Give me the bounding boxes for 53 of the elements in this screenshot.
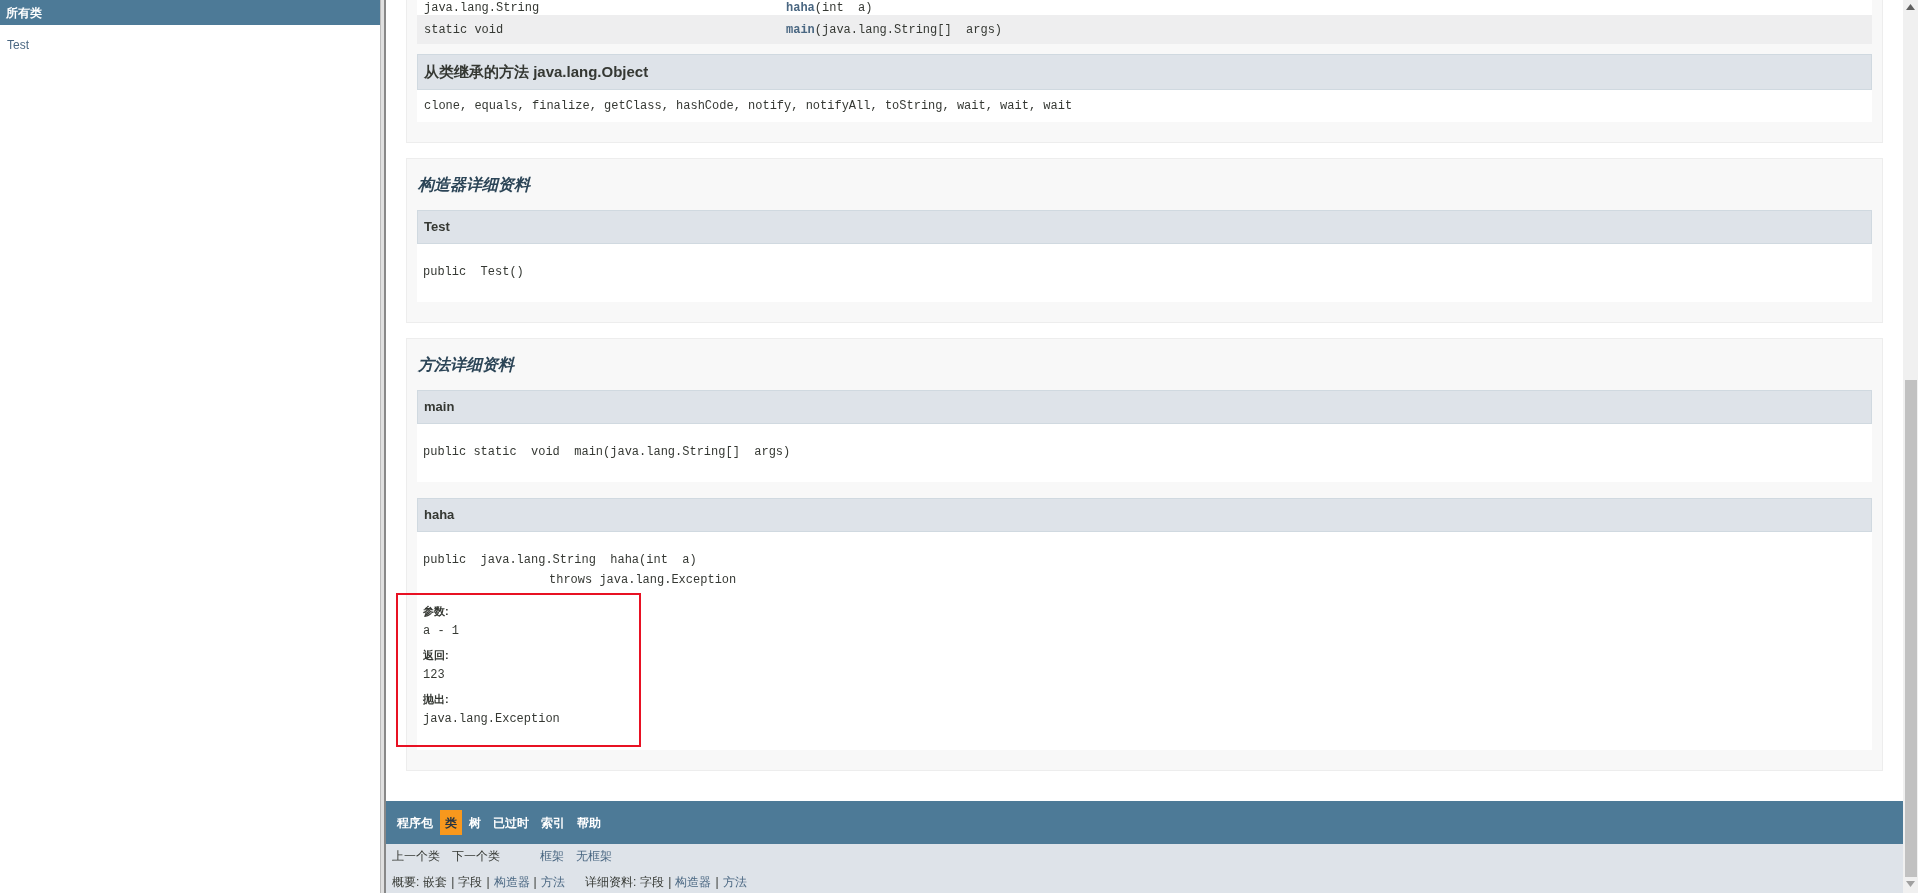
nav-tab[interactable]: 帮助	[572, 810, 606, 835]
tag-label: 抛出:	[423, 692, 450, 707]
nav-link[interactable]: 构造器	[493, 872, 530, 891]
scrollbar-thumb[interactable]	[1904, 380, 1917, 877]
separator-text: |	[715, 873, 719, 891]
tag-label: 参数:	[423, 604, 450, 619]
separator-text: |	[486, 873, 490, 891]
nav-text: 详细资料:	[585, 873, 637, 891]
tag-value: a - 1	[423, 623, 460, 640]
nav-text: 字段	[458, 873, 483, 891]
scroll-up-icon[interactable]	[1906, 4, 1915, 10]
member-header: main	[417, 390, 1872, 424]
separator-text: |	[533, 873, 537, 891]
class-link[interactable]: Test	[7, 37, 373, 53]
scrollbar[interactable]	[1903, 0, 1918, 893]
nav-tab[interactable]: 类	[440, 810, 462, 835]
return-type-cell-text: static void	[423, 22, 505, 37]
nav-text: 嵌套	[423, 873, 448, 891]
method-signature: public Test()	[423, 264, 525, 281]
section-title: 方法详细资料	[417, 354, 516, 375]
separator-text: |	[451, 873, 455, 891]
member-header: haha	[417, 498, 1872, 532]
tag-value: 123	[423, 667, 446, 684]
nav-link[interactable]: 构造器	[675, 872, 712, 891]
nav-tab[interactable]: 已过时	[488, 810, 534, 835]
member-header: Test	[417, 210, 1872, 244]
inherited-header: 从类继承的方法 java.lang.Object	[417, 54, 1872, 90]
inherited-methods: clone, equals, finalize, getClass, hashCode, notify, notifyAll, toString, wait, wait, wait	[417, 90, 1872, 122]
return-type-cell-text: java.lang.String	[423, 0, 541, 15]
nav-link[interactable]: 框架	[540, 846, 564, 865]
method-link[interactable]: main	[786, 22, 815, 37]
method-signature: public static void main(java.lang.String[] args)	[423, 444, 792, 461]
nav-link[interactable]: 无框架	[576, 846, 612, 865]
throws-clause: throws java.lang.Exception	[548, 572, 738, 589]
tag-label: 返回:	[423, 648, 450, 663]
nav-link[interactable]: 方法	[722, 872, 747, 891]
nav-text: 字段	[640, 873, 665, 891]
method-link[interactable]: haha	[786, 0, 815, 15]
method-signature: public java.lang.String haha(int a)	[423, 552, 698, 569]
sidebar-header: 所有类	[0, 0, 380, 25]
method-signature: haha(int a)	[786, 0, 873, 15]
nav-text: 上一个类	[392, 847, 440, 865]
nav-tab[interactable]: 程序包	[392, 810, 438, 835]
nav-tab[interactable]: 树	[464, 810, 486, 835]
separator-text: |	[668, 873, 672, 891]
nav-text: 概要:	[392, 873, 420, 891]
nav-tab[interactable]: 索引	[536, 810, 570, 835]
scroll-down-icon[interactable]	[1906, 881, 1915, 887]
section-title: 构造器详细资料	[417, 174, 532, 195]
nav-text: 下一个类	[452, 847, 500, 865]
nav-link[interactable]: 方法	[540, 872, 565, 891]
tag-value: java.lang.Exception	[423, 711, 561, 728]
method-signature: main(java.lang.String[] args)	[786, 22, 1003, 37]
